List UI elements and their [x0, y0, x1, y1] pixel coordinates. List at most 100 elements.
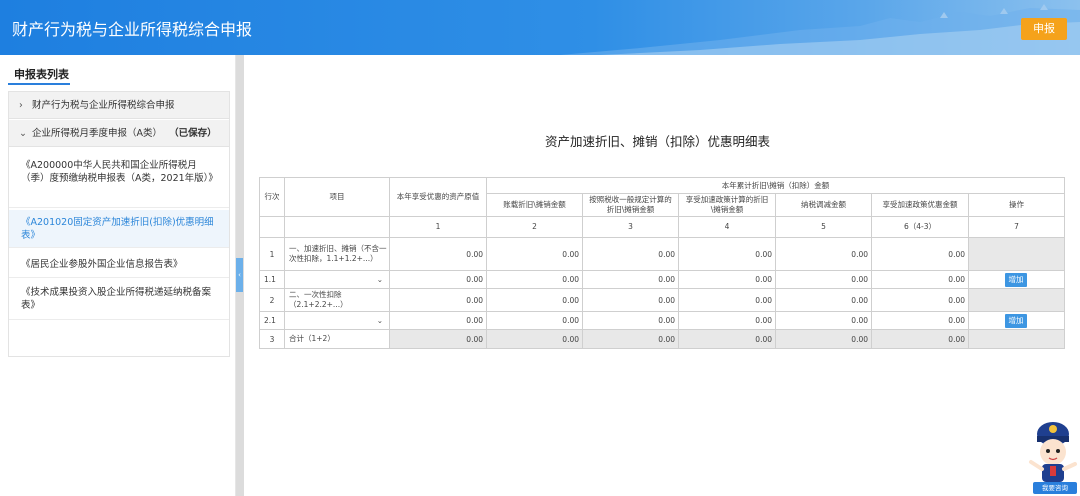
value-cell[interactable]: 0.00 [582, 237, 679, 271]
value-cell[interactable]: 0.00 [486, 270, 583, 289]
header-col3: 按照税收一般规定计算的折旧\摊销金额 [582, 193, 679, 217]
header-row-no: 行次 [259, 177, 285, 217]
add-row-button[interactable]: 增加 [1005, 313, 1027, 328]
table-row: 1.1 ⌄ 0.00 0.00 0.00 0.00 0.00 0.00 增加 [259, 270, 1066, 289]
row-item: 二、一次性扣除（2.1+2.2+...） [284, 288, 390, 312]
header-num-blank [259, 216, 285, 238]
table-row: 1 一、加速折旧、摊销（不含一次性扣除，1.1+1.2+...） 0.00 0.… [259, 237, 1066, 271]
list-item-tech-investment[interactable]: 《技术成果投资入股企业所得税递延纳税备案表》 [9, 280, 229, 320]
table-row: 2.1 ⌄ 0.00 0.00 0.00 0.00 0.00 0.00 增加 [259, 311, 1066, 330]
row-no: 1.1 [259, 270, 285, 289]
sidebar-heading: 申报表列表 [14, 68, 69, 81]
header-num: 7 [967, 216, 1066, 238]
value-cell: 0.00 [775, 329, 872, 349]
value-cell[interactable]: 0.00 [775, 288, 872, 312]
row-no: 2.1 [259, 311, 285, 330]
value-cell[interactable]: 0.00 [582, 270, 679, 289]
list-item-label: 《A201020固定资产加速折旧(扣除)优惠明细表》 [21, 217, 214, 241]
group-label: 企业所得税月季度申报（A类） [32, 128, 163, 139]
value-cell[interactable]: 0.00 [582, 288, 679, 312]
list-item-foreign-shareholding[interactable]: 《居民企业参股外国企业信息报告表》 [9, 250, 229, 278]
submit-button[interactable]: 申报 [1021, 18, 1067, 40]
sidebar: 申报表列表 › 财产行为税与企业所得税综合申报 ⌄ 企业所得税月季度申报（A类）… [0, 55, 236, 496]
row-no: 3 [259, 329, 285, 349]
list-item-a200000[interactable]: 《A200000中华人民共和国企业所得税月（季）度预缴纳税申报表（A类，2021… [9, 156, 229, 208]
value-cell[interactable]: 0.00 [389, 237, 487, 271]
value-cell[interactable]: 0.00 [389, 270, 487, 289]
table-title: 资产加速折旧、摊销（扣除）优惠明细表 [545, 134, 771, 149]
item-select[interactable]: ⌄ [284, 311, 390, 330]
header-num-blank [284, 216, 390, 238]
header-num: 4 [678, 216, 776, 238]
consult-button[interactable]: 我要咨询 [1033, 482, 1077, 494]
list-item-label: 《A200000中华人民共和国企业所得税月（季）度预缴纳税申报表（A类，2021… [21, 160, 218, 184]
header-col6: 享受加速政策优惠金额 [871, 193, 969, 217]
list-item-label: 《技术成果投资入股企业所得税递延纳税备案表》 [21, 287, 212, 311]
value-cell[interactable]: 0.00 [486, 288, 583, 312]
header-num: 2 [486, 216, 583, 238]
header-num: 5 [775, 216, 872, 238]
value-cell[interactable]: 0.00 [678, 288, 776, 312]
value-cell[interactable]: 0.00 [871, 311, 969, 330]
action-cell [967, 237, 1066, 271]
row-no: 2 [259, 288, 285, 312]
value-cell[interactable]: 0.00 [678, 270, 776, 289]
value-cell: 0.00 [678, 329, 776, 349]
chevron-left-icon: ‹ [238, 271, 241, 279]
group-label: 财产行为税与企业所得税综合申报 [32, 100, 175, 111]
value-cell[interactable]: 0.00 [871, 270, 969, 289]
header-col2: 账载折旧\摊销金额 [486, 193, 583, 217]
value-cell: 0.00 [582, 329, 679, 349]
value-cell[interactable]: 0.00 [678, 311, 776, 330]
header-num: 1 [389, 216, 487, 238]
action-cell [967, 329, 1066, 349]
value-cell[interactable]: 0.00 [871, 288, 969, 312]
chevron-down-icon: ⌄ [376, 275, 383, 284]
chevron-right-icon: › [19, 100, 23, 111]
group-enterprise-income-tax[interactable]: ⌄ 企业所得税月季度申报（A类） （已保存） [9, 120, 229, 147]
chevron-down-icon: ⌄ [376, 316, 383, 325]
great-wall-illustration [560, 4, 1080, 55]
value-cell[interactable]: 0.00 [775, 311, 872, 330]
value-cell[interactable]: 0.00 [678, 237, 776, 271]
chevron-down-icon: ⌄ [19, 128, 27, 139]
collapse-sidebar-button[interactable]: ‹ [236, 258, 243, 292]
header-col7: 操作 [967, 193, 1066, 217]
value-cell[interactable]: 0.00 [389, 311, 487, 330]
add-row-button[interactable]: 增加 [1005, 272, 1027, 287]
group-combined-declaration[interactable]: › 财产行为税与企业所得税综合申报 [9, 92, 229, 119]
value-cell: 0.00 [389, 329, 487, 349]
table-row: 3 合计（1+2） 0.00 0.00 0.00 0.00 0.00 0.00 [259, 329, 1066, 349]
list-item-a201020[interactable]: 《A201020固定资产加速折旧(扣除)优惠明细表》 [9, 210, 229, 248]
item-select[interactable]: ⌄ [284, 270, 390, 289]
value-cell: 0.00 [871, 329, 969, 349]
header-num: 6（4-3） [871, 216, 969, 238]
action-cell: 增加 [967, 270, 1066, 289]
saved-status: （已保存） [169, 128, 217, 139]
value-cell: 0.00 [486, 329, 583, 349]
value-cell[interactable]: 0.00 [775, 237, 872, 271]
list-item-label: 《居民企业参股外国企业信息报告表》 [21, 259, 183, 270]
row-no: 1 [259, 237, 285, 271]
action-cell: 增加 [967, 311, 1066, 330]
header-item: 项目 [284, 177, 390, 217]
value-cell[interactable]: 0.00 [871, 237, 969, 271]
value-cell[interactable]: 0.00 [486, 311, 583, 330]
action-cell [967, 288, 1066, 312]
header-num: 3 [582, 216, 679, 238]
header-col1: 本年享受优惠的资产原值 [389, 177, 487, 217]
value-cell[interactable]: 0.00 [775, 270, 872, 289]
value-cell[interactable]: 0.00 [582, 311, 679, 330]
value-cell[interactable]: 0.00 [486, 237, 583, 271]
sidebar-heading-underline [8, 83, 70, 85]
detail-table: 行次 项目 本年享受优惠的资产原值 本年累计折旧\摊销（扣除）金额 账载折旧\摊… [259, 177, 1066, 349]
page-title: 财产行为税与企业所得税综合申报 [12, 20, 253, 39]
app-header: 财产行为税与企业所得税综合申报 申报 [0, 0, 1080, 55]
form-list: › 财产行为税与企业所得税综合申报 ⌄ 企业所得税月季度申报（A类） （已保存）… [8, 91, 230, 357]
header-col5: 纳税调减金额 [775, 193, 872, 217]
row-item: 合计（1+2） [284, 329, 390, 349]
header-group: 本年累计折旧\摊销（扣除）金额 [485, 177, 1066, 194]
header-col4: 享受加速政策计算的折旧\摊销金额 [678, 193, 776, 217]
table-row: 2 二、一次性扣除（2.1+2.2+...） 0.00 0.00 0.00 0.… [259, 288, 1066, 312]
value-cell[interactable]: 0.00 [389, 288, 487, 312]
